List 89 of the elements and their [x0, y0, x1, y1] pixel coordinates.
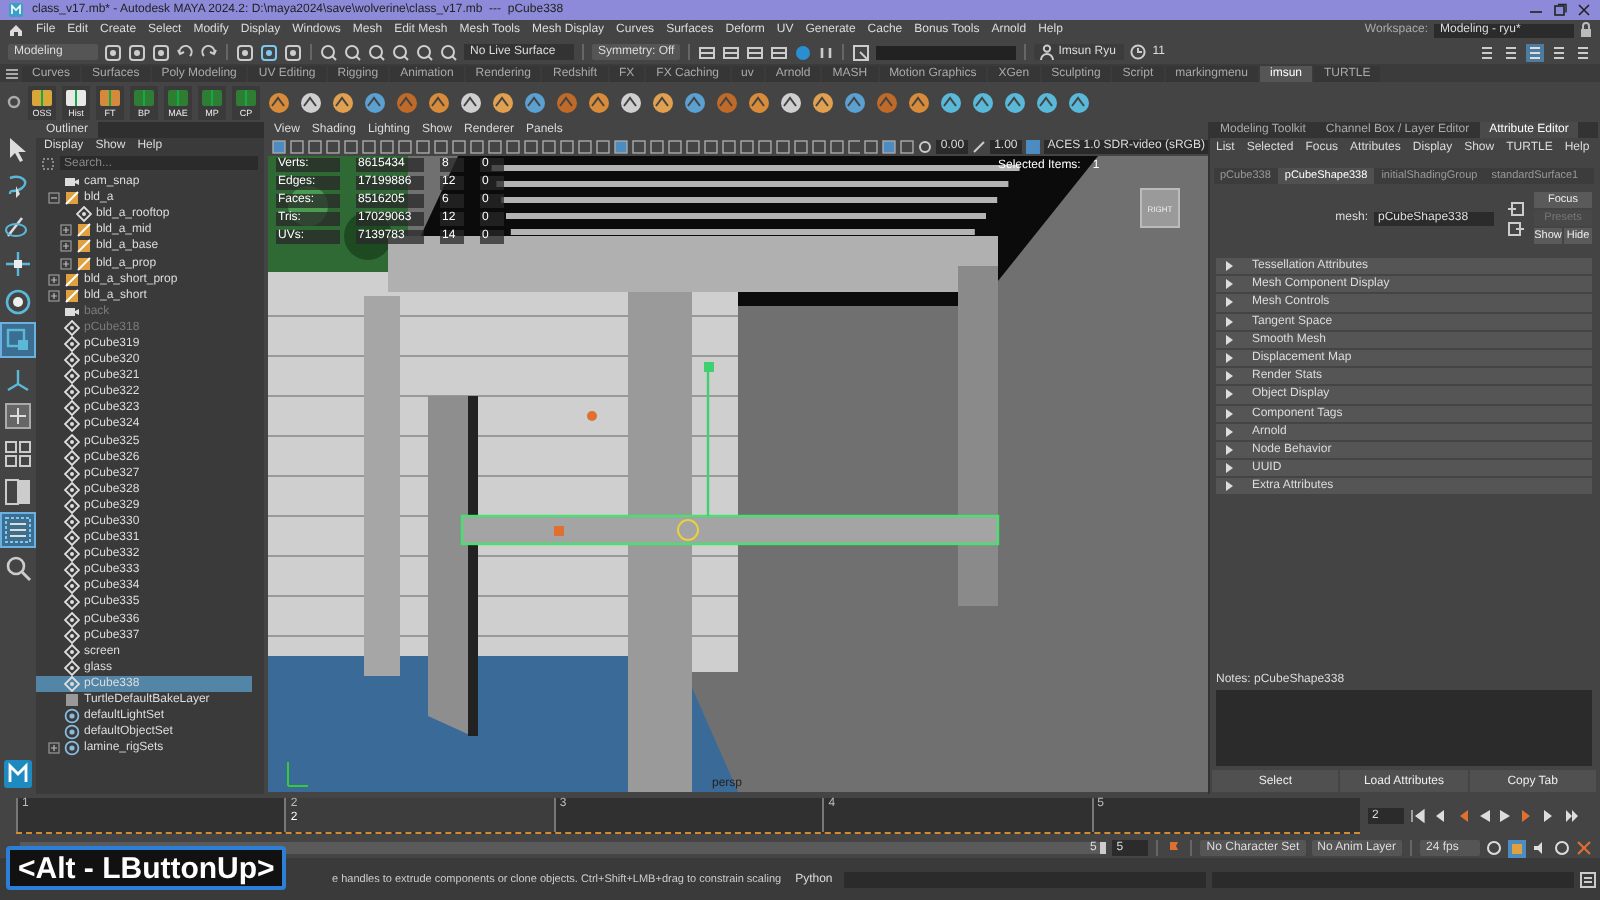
layer-node-icon	[64, 692, 80, 709]
step-back-icon[interactable]	[1432, 808, 1448, 824]
panel-layout-icon[interactable]	[1478, 43, 1496, 61]
shelf-tool-icon[interactable]	[842, 89, 868, 115]
render-window-icon[interactable]	[770, 43, 789, 61]
panel-layout-icon[interactable]	[1502, 43, 1520, 61]
render-window-icon[interactable]	[746, 43, 765, 61]
rotate-tool-icon[interactable]	[2, 286, 34, 318]
undo-icon[interactable]	[176, 43, 194, 61]
lock-icon[interactable]	[1580, 22, 1592, 38]
tool-icon	[166, 87, 190, 107]
render-window-icon[interactable]	[722, 43, 741, 61]
move-tool-icon[interactable]	[2, 248, 34, 280]
tool-icon	[200, 87, 224, 107]
app-logo-icon	[8, 2, 24, 18]
close-icon[interactable]	[1576, 2, 1592, 18]
panel-layout-icon[interactable]	[1526, 43, 1544, 61]
shelf-tool-icon[interactable]	[810, 89, 836, 115]
key-press-overlay: <Alt - LButtonUp>	[6, 846, 287, 890]
expand-icon[interactable]	[48, 742, 60, 755]
shelf-tool-icon[interactable]	[970, 89, 996, 115]
redo-icon[interactable]	[200, 43, 218, 61]
search-icon[interactable]	[2, 552, 34, 584]
save-icon[interactable]	[152, 43, 170, 61]
command-input-field[interactable]	[876, 45, 1017, 59]
shelf-tool-icon[interactable]	[1034, 89, 1060, 115]
single-view-layout-icon[interactable]	[2, 400, 34, 432]
shelf-tool-icon[interactable]	[618, 89, 644, 115]
tool-icon	[234, 87, 258, 107]
mesh-node-icon	[76, 206, 92, 223]
group-node-icon	[64, 190, 80, 207]
go-to-start-icon[interactable]	[1410, 808, 1426, 824]
render-sphere-icon[interactable]	[794, 43, 813, 61]
output-connection-icon[interactable]	[1508, 221, 1524, 235]
auto-key-icon[interactable]	[1166, 840, 1183, 856]
tool-icon	[30, 87, 54, 107]
shelf-tool-icon[interactable]	[586, 89, 612, 115]
select-component-icon[interactable]	[284, 43, 302, 61]
script-editor-icon[interactable]	[1580, 871, 1597, 887]
shelf-tool-icon[interactable]	[266, 89, 292, 115]
shelf-tool-icon[interactable]	[746, 89, 772, 115]
shelf-tool-icon[interactable]	[362, 89, 388, 115]
expand-icon[interactable]	[48, 289, 60, 302]
select-object-icon[interactable]	[260, 43, 278, 61]
four-view-layout-icon[interactable]	[2, 438, 34, 470]
shelf-tool-icon[interactable]	[1066, 89, 1092, 115]
render-window-icon[interactable]	[698, 43, 717, 61]
camera-node-icon	[64, 303, 80, 320]
shelf-tool-icon[interactable]	[330, 89, 356, 115]
camera-node-icon	[64, 174, 80, 191]
outliner-layout-icon[interactable]	[2, 514, 34, 546]
shelf-tool-icon[interactable]	[522, 89, 548, 115]
file-icon[interactable]	[104, 43, 122, 61]
shelf-tool-icon[interactable]	[298, 89, 324, 115]
shelf-tool-icon[interactable]	[490, 89, 516, 115]
tool-icon	[64, 87, 88, 107]
input-connection-icon[interactable]	[1508, 201, 1524, 215]
tool-icon	[98, 87, 122, 107]
folder-icon[interactable]	[128, 43, 146, 61]
shelf-tool-icon[interactable]	[1002, 89, 1028, 115]
expand-icon[interactable]	[60, 240, 72, 253]
shelf-tool-icon[interactable]	[938, 89, 964, 115]
select-hierarchy-icon[interactable]	[236, 43, 254, 61]
panel-layout-icon[interactable]	[1550, 43, 1568, 61]
expand-icon[interactable]	[48, 273, 60, 286]
menu-icon[interactable]	[4, 66, 20, 82]
tool-icon	[132, 87, 156, 107]
settings-icon[interactable]	[6, 94, 22, 110]
play-backward-icon[interactable]	[1476, 808, 1492, 824]
pause-icon[interactable]	[818, 43, 835, 61]
shelf-tool-icon[interactable]	[906, 89, 932, 115]
go-to-end-icon[interactable]	[1564, 808, 1580, 824]
person-icon	[1040, 44, 1055, 60]
shelf-tool-icon[interactable]	[650, 89, 676, 115]
app-logo-icon[interactable]	[4, 760, 32, 788]
collapse-icon[interactable]	[48, 192, 60, 205]
expand-icon[interactable]	[60, 224, 72, 237]
shelf-tool-icon[interactable]	[682, 89, 708, 115]
notes-field[interactable]	[1216, 690, 1592, 766]
restore-icon[interactable]	[1552, 2, 1568, 18]
shelf-tool-icon[interactable]	[458, 89, 484, 115]
shelf-tool-icon[interactable]	[426, 89, 452, 115]
play-forward-icon[interactable]	[1498, 808, 1514, 824]
shelf-tool-icon[interactable]	[778, 89, 804, 115]
expand-icon[interactable]	[60, 257, 72, 270]
panel-layout-icon[interactable]	[1574, 43, 1592, 61]
clock-icon[interactable]	[1130, 44, 1147, 60]
home-icon[interactable]	[8, 22, 24, 38]
two-view-layout-icon[interactable]	[2, 476, 34, 508]
